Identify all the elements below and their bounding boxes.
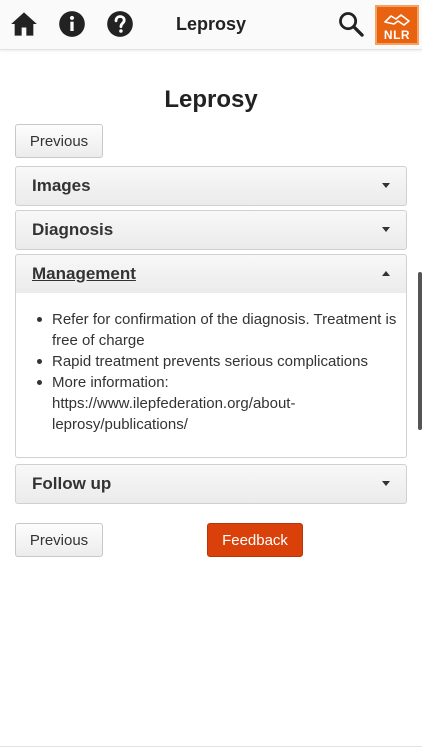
accordion-label: Management: [32, 264, 136, 283]
handshake-icon: [384, 14, 410, 26]
accordion-label: Images: [32, 176, 91, 195]
caret-down-icon: [382, 481, 390, 486]
caret-down-icon: [382, 227, 390, 232]
management-panel: Refer for confirmation of the diagnosis.…: [15, 293, 407, 458]
accordion-header-diagnosis[interactable]: Diagnosis: [15, 210, 407, 250]
top-app-bar: Leprosy NLR: [0, 0, 422, 50]
list-item: More information: https://www.ilepfedera…: [34, 372, 402, 435]
search-icon: [339, 12, 364, 37]
management-list: Refer for confirmation of the diagnosis.…: [34, 309, 402, 435]
accordion-header-management[interactable]: Management: [15, 254, 407, 294]
caret-down-icon: [382, 183, 390, 188]
accordion-label: Diagnosis: [32, 220, 114, 239]
list-item: Rapid treatment prevents serious complic…: [34, 351, 402, 372]
previous-button-top[interactable]: Previous: [15, 124, 103, 158]
page-title: Leprosy: [164, 86, 258, 113]
logo-text: NLR: [383, 28, 411, 42]
scrollbar-thumb[interactable]: [418, 272, 422, 430]
accordion-header-follow-up[interactable]: Follow up: [15, 464, 407, 504]
accordion-label: Follow up: [32, 474, 112, 493]
bottom-divider: [0, 746, 422, 747]
nlr-logo[interactable]: NLR: [375, 5, 419, 45]
caret-up-icon: [382, 271, 390, 276]
accordion-header-images[interactable]: Images: [15, 166, 407, 206]
search-button[interactable]: [336, 9, 366, 39]
feedback-button[interactable]: Feedback: [207, 523, 303, 557]
previous-button-bottom[interactable]: Previous: [15, 523, 103, 557]
list-item: Refer for confirmation of the diagnosis.…: [34, 309, 402, 351]
